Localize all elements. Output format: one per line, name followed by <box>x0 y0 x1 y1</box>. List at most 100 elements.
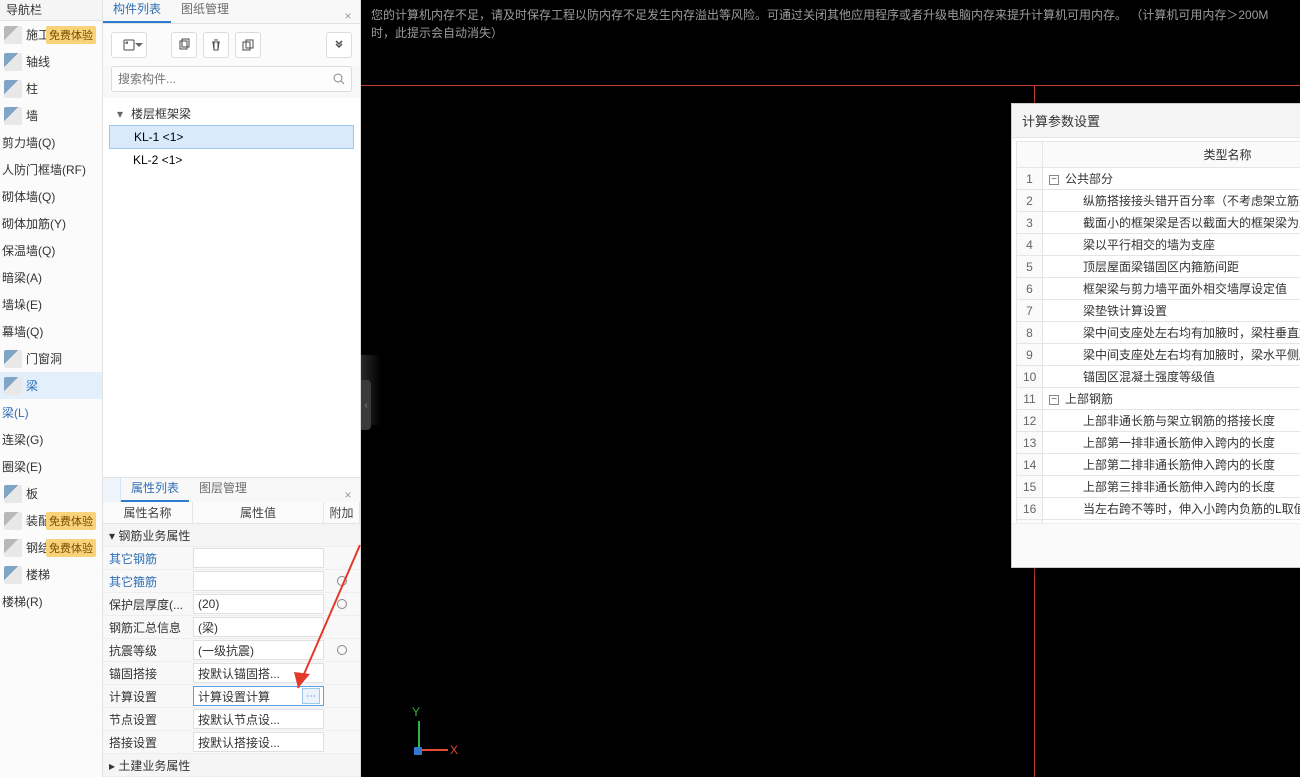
setting-name: 上部第二排非通长筋伸入跨内的长度 <box>1043 454 1300 476</box>
tree-toggle-icon[interactable]: ▾ <box>117 107 127 121</box>
settings-row[interactable]: 16当左右跨不等时，伸入小跨内负筋的L取值取左右最大跨计算 <box>1017 498 1300 520</box>
component-toolbar <box>103 24 360 66</box>
property-extra-radio[interactable] <box>337 576 347 586</box>
nav-item-幕墙(Q)[interactable]: 幕墙(Q) <box>0 318 102 345</box>
nav-item-砌体加筋(Y)[interactable]: 砌体加筋(Y) <box>0 210 102 237</box>
side-handle[interactable]: ‹ <box>361 380 371 430</box>
component-panel-close[interactable]: × <box>336 9 360 23</box>
settings-row[interactable]: 5顶层屋面梁锚固区内箍筋间距150 <box>1017 256 1300 278</box>
settings-row[interactable]: 10锚固区混凝土强度等级值取自身混凝土强度... <box>1017 366 1300 388</box>
copy-button[interactable] <box>171 32 197 58</box>
property-value-input[interactable] <box>193 617 324 637</box>
property-col-name: 属性名称 <box>103 502 193 523</box>
nav-item-砌体墙(Q)[interactable]: 砌体墙(Q) <box>0 183 102 210</box>
property-value-input[interactable] <box>193 732 324 752</box>
settings-row[interactable]: 8梁中间支座处左右均有加腋时，梁柱垂直加腋加腋钢筋做法按图集贯通计算 <box>1017 322 1300 344</box>
settings-row[interactable]: 2纵筋搭接接头错开百分率（不考虑架立筋）50% <box>1017 190 1300 212</box>
nav-item-暗梁(A)[interactable]: 暗梁(A) <box>0 264 102 291</box>
nav-item-轴线[interactable]: 轴线 <box>0 48 102 75</box>
col-type: 类型名称 <box>1043 142 1300 168</box>
x-axis-label: X <box>450 743 458 757</box>
property-row: 其它箍筋 <box>103 570 360 593</box>
property-row: ▸ 土建业务属性 <box>103 754 360 777</box>
property-value-input[interactable] <box>193 663 324 683</box>
nav-item-梁[interactable]: 梁 <box>0 372 102 399</box>
tab-layer-mgmt[interactable]: 图层管理 <box>189 475 257 502</box>
nav-item-icon <box>4 350 22 368</box>
tab-component-list[interactable]: 构件列表 <box>103 0 171 23</box>
property-name: 节点设置 <box>103 708 193 730</box>
property-extra <box>324 570 360 592</box>
property-value <box>193 731 324 753</box>
tree-item[interactable]: KL-1 <1> <box>109 125 354 149</box>
row-number: 14 <box>1017 454 1043 476</box>
nav-item-楼梯(R)[interactable]: 楼梯(R) <box>0 588 102 615</box>
property-name[interactable]: ▸ 土建业务属性 <box>103 754 193 776</box>
property-row: 计算设置⋯ <box>103 685 360 708</box>
property-extra-radio[interactable] <box>337 599 347 609</box>
property-row: 抗震等级 <box>103 639 360 662</box>
property-value-input[interactable] <box>193 548 324 568</box>
nav-item-板[interactable]: 板 <box>0 480 102 507</box>
settings-row[interactable]: 13上部第一排非通长筋伸入跨内的长度Ln/3 <box>1017 432 1300 454</box>
nav-item-钢结构[interactable]: 钢结构免费体验 <box>0 534 102 561</box>
settings-row[interactable]: 6框架梁与剪力墙平面外相交墙厚设定值200 <box>1017 278 1300 300</box>
nav-item-施工段[interactable]: 施工段免费体验 <box>0 21 102 48</box>
settings-row[interactable]: 9梁中间支座处左右均有加腋时，梁水平侧腋加腋钢筋做法按图集贯通计算 <box>1017 344 1300 366</box>
nav-item-门窗洞[interactable]: 门窗洞 <box>0 345 102 372</box>
nav-item-人防门框墙(RF)[interactable]: 人防门框墙(RF) <box>0 156 102 183</box>
nav-item-icon <box>4 53 22 71</box>
property-name[interactable]: ▾ 钢筋业务属性 <box>103 524 193 546</box>
settings-row[interactable]: 15上部第三排非通长筋伸入跨内的长度Ln/5 <box>1017 476 1300 498</box>
property-name: 保护层厚度(... <box>103 593 193 615</box>
settings-row[interactable]: 11−上部钢筋 <box>1017 388 1300 410</box>
nav-item-装配式[interactable]: 装配式免费体验 <box>0 507 102 534</box>
nav-item-icon <box>4 377 22 395</box>
delete-button[interactable] <box>203 32 229 58</box>
duplicate-button[interactable] <box>235 32 261 58</box>
settings-row[interactable]: 3截面小的框架梁是否以截面大的框架梁为支座是 <box>1017 212 1300 234</box>
property-value <box>193 662 324 684</box>
property-more-button[interactable]: ⋯ <box>302 688 320 704</box>
settings-row[interactable]: 1−公共部分 <box>1017 168 1300 190</box>
settings-row[interactable]: 12上部非通长筋与架立钢筋的搭接长度150 <box>1017 410 1300 432</box>
component-search[interactable] <box>111 66 352 92</box>
component-search-input[interactable] <box>112 67 327 91</box>
property-value-input[interactable] <box>193 594 324 614</box>
property-value-input[interactable] <box>193 709 324 729</box>
property-value-input[interactable] <box>193 571 324 591</box>
nav-item-墙[interactable]: 墙 <box>0 102 102 129</box>
property-extra <box>324 708 360 730</box>
nav-item-剪力墙(Q)[interactable]: 剪力墙(Q) <box>0 129 102 156</box>
tree-item[interactable]: KL-2 <1> <box>109 149 354 171</box>
settings-row[interactable]: 14上部第二排非通长筋伸入跨内的长度Ln/4 <box>1017 454 1300 476</box>
tree-root-label: 楼层框架梁 <box>131 105 191 122</box>
property-panel-close[interactable]: × <box>336 488 360 502</box>
drawing-canvas[interactable]: 您的计算机内存不足，请及时保存工程以防内存不足发生内存溢出等风险。可通过关闭其他… <box>361 0 1300 777</box>
nav-item-连梁(G)[interactable]: 连梁(G) <box>0 426 102 453</box>
tab-drawing-mgmt[interactable]: 图纸管理 <box>171 0 239 23</box>
nav-item-墙垛(E)[interactable]: 墙垛(E) <box>0 291 102 318</box>
search-icon[interactable] <box>327 72 351 86</box>
property-extra-radio[interactable] <box>337 645 347 655</box>
toolbar-more-button[interactable] <box>326 32 352 58</box>
row-number: 10 <box>1017 366 1043 388</box>
property-value <box>193 754 324 776</box>
tab-properties[interactable]: 属性列表 <box>121 475 189 502</box>
nav-item-圈梁(E)[interactable]: 圈梁(E) <box>0 453 102 480</box>
new-component-button[interactable] <box>111 32 147 58</box>
nav-item-label: 幕墙(Q) <box>2 323 43 340</box>
nav-item-柱[interactable]: 柱 <box>0 75 102 102</box>
nav-item-保温墙(Q)[interactable]: 保温墙(Q) <box>0 237 102 264</box>
property-value-input[interactable] <box>193 640 324 660</box>
nav-item-楼梯[interactable]: 楼梯 <box>0 561 102 588</box>
nav-item-梁(L)[interactable]: 梁(L) <box>0 399 102 426</box>
settings-row[interactable]: 7梁垫铁计算设置按规范计算 <box>1017 300 1300 322</box>
property-panel: 属性列表 图层管理 × 属性名称 属性值 附加 ▾ 钢筋业务属性其它钢筋其它箍筋… <box>103 477 360 777</box>
property-value <box>193 547 324 569</box>
property-name: 抗震等级 <box>103 639 193 661</box>
property-name: 其它箍筋 <box>103 570 193 592</box>
setting-name: −上部钢筋 <box>1043 388 1300 410</box>
settings-row[interactable]: 4梁以平行相交的墙为支座是 <box>1017 234 1300 256</box>
property-strip-icon[interactable] <box>103 478 121 502</box>
